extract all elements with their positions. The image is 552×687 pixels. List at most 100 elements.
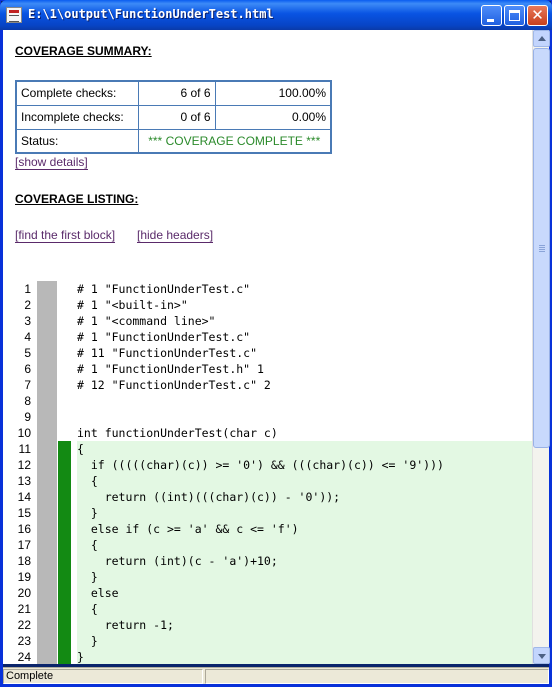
coverage-marker <box>58 521 71 537</box>
coverage-marker <box>58 617 71 633</box>
coverage-marker <box>58 537 71 553</box>
line-marker <box>37 601 57 617</box>
coverage-marker <box>58 457 71 473</box>
line-number: 3 <box>24 314 31 328</box>
listing-row: 4 # 1 "FunctionUnderTest.c" <box>3 329 532 345</box>
status-bar: Complete <box>3 667 549 684</box>
listing-row: 5 # 11 "FunctionUnderTest.c" <box>3 345 532 361</box>
coverage-marker <box>58 489 71 505</box>
listing-row: 6 # 1 "FunctionUnderTest.h" 1 <box>3 361 532 377</box>
status-value: *** COVERAGE COMPLETE *** <box>137 128 332 154</box>
listing-row: 21 { <box>3 601 532 617</box>
line-marker <box>37 585 57 601</box>
status-cell-empty <box>205 669 549 684</box>
scrollbar-thumb[interactable] <box>533 48 550 448</box>
summary-table: Complete checks: 6 of 6 100.00% Incomple… <box>15 80 332 154</box>
coverage-marker <box>58 505 71 521</box>
line-number: 15 <box>17 506 31 520</box>
vertical-scrollbar[interactable] <box>532 30 550 664</box>
code-line: # 12 "FunctionUnderTest.c" 2 <box>77 378 271 392</box>
show-details-link[interactable]: [show details] <box>15 155 88 170</box>
code-line: return -1; <box>77 617 532 633</box>
complete-checks-count: 6 of 6 <box>137 80 216 106</box>
code-line: { <box>77 441 532 457</box>
code-line: else <box>77 585 532 601</box>
line-number: 11 <box>18 442 31 456</box>
find-first-block-link[interactable]: [find the first block] <box>15 228 116 243</box>
line-marker <box>37 569 57 585</box>
line-marker <box>37 409 57 425</box>
line-marker <box>37 505 57 521</box>
window-title: E:\1\output\FunctionUnderTest.html <box>28 7 274 21</box>
code-line: else if (c >= 'a' && c <= 'f') <box>77 521 532 537</box>
listing-row: 13 { <box>3 473 532 489</box>
line-marker <box>37 297 57 313</box>
listing-row: 23 } <box>3 633 532 649</box>
line-marker <box>37 457 57 473</box>
coverage-marker <box>58 633 71 649</box>
line-number: 10 <box>17 426 31 440</box>
minimize-button[interactable] <box>481 5 502 26</box>
scroll-up-icon[interactable] <box>533 30 550 47</box>
incomplete-checks-count: 0 of 6 <box>137 104 216 130</box>
incomplete-checks-percent: 0.00% <box>214 104 332 130</box>
line-number: 16 <box>17 522 31 536</box>
listing-row: 16 else if (c >= 'a' && c <= 'f') <box>3 521 532 537</box>
line-marker <box>37 521 57 537</box>
complete-checks-label: Complete checks: <box>15 80 139 106</box>
listing-row: 10 int functionUnderTest(char c) <box>3 425 532 441</box>
code-line: } <box>77 569 532 585</box>
line-number: 22 <box>17 618 31 632</box>
line-marker <box>37 633 57 649</box>
coverage-marker <box>58 601 71 617</box>
listing-row: 15 } <box>3 505 532 521</box>
grip-icon <box>539 245 545 246</box>
document-icon <box>6 7 22 23</box>
code-line: # 1 "<built-in>" <box>77 298 188 312</box>
code-line: return ((int)(((char)(c)) - '0')); <box>77 489 532 505</box>
code-line: { <box>77 473 532 489</box>
line-marker <box>37 473 57 489</box>
line-marker <box>37 361 57 377</box>
code-line: int functionUnderTest(char c) <box>77 426 278 440</box>
minimize-icon <box>487 19 494 22</box>
coverage-summary-heading: COVERAGE SUMMARY: <box>15 44 152 58</box>
line-number: 23 <box>17 634 31 648</box>
close-icon: ✕ <box>531 6 544 24</box>
scroll-down-icon[interactable] <box>533 647 550 664</box>
line-number: 4 <box>24 330 31 344</box>
line-number: 2 <box>24 298 31 312</box>
line-marker <box>37 537 57 553</box>
line-number: 9 <box>24 410 31 424</box>
line-number: 18 <box>17 554 31 568</box>
listing-row: 11 { <box>3 441 532 457</box>
close-button[interactable]: ✕ <box>527 5 548 26</box>
line-number: 20 <box>17 586 31 600</box>
line-marker <box>37 553 57 569</box>
title-bar[interactable]: E:\1\output\FunctionUnderTest.html ✕ <box>0 0 552 30</box>
hide-headers-link[interactable]: [hide headers] <box>137 228 214 243</box>
line-number: 1 <box>24 282 31 296</box>
code-line: if (((((char)(c)) >= '0') && (((char)(c)… <box>77 457 532 473</box>
listing-row: 22 return -1; <box>3 617 532 633</box>
coverage-marker <box>58 569 71 585</box>
complete-checks-percent: 100.00% <box>214 80 332 106</box>
coverage-marker <box>58 441 71 457</box>
listing-row: 18 return (int)(c - 'a')+10; <box>3 553 532 569</box>
page-content: COVERAGE SUMMARY: Complete checks: 6 of … <box>3 30 532 664</box>
line-number: 6 <box>24 362 31 376</box>
maximize-button[interactable] <box>504 5 525 26</box>
incomplete-checks-label: Incomplete checks: <box>15 104 139 130</box>
code-line: } <box>77 649 532 664</box>
listing-row: 2 # 1 "<built-in>" <box>3 297 532 313</box>
coverage-marker <box>58 473 71 489</box>
line-number: 13 <box>17 474 31 488</box>
maximize-icon <box>509 10 520 21</box>
table-row: Complete checks: 6 of 6 100.00% <box>15 80 332 106</box>
line-number: 5 <box>24 346 31 360</box>
code-line: # 1 "FunctionUnderTest.c" <box>77 282 251 296</box>
line-marker <box>37 489 57 505</box>
line-marker <box>37 329 57 345</box>
listing-row: 9 <box>3 409 532 425</box>
code-line: return (int)(c - 'a')+10; <box>77 553 532 569</box>
